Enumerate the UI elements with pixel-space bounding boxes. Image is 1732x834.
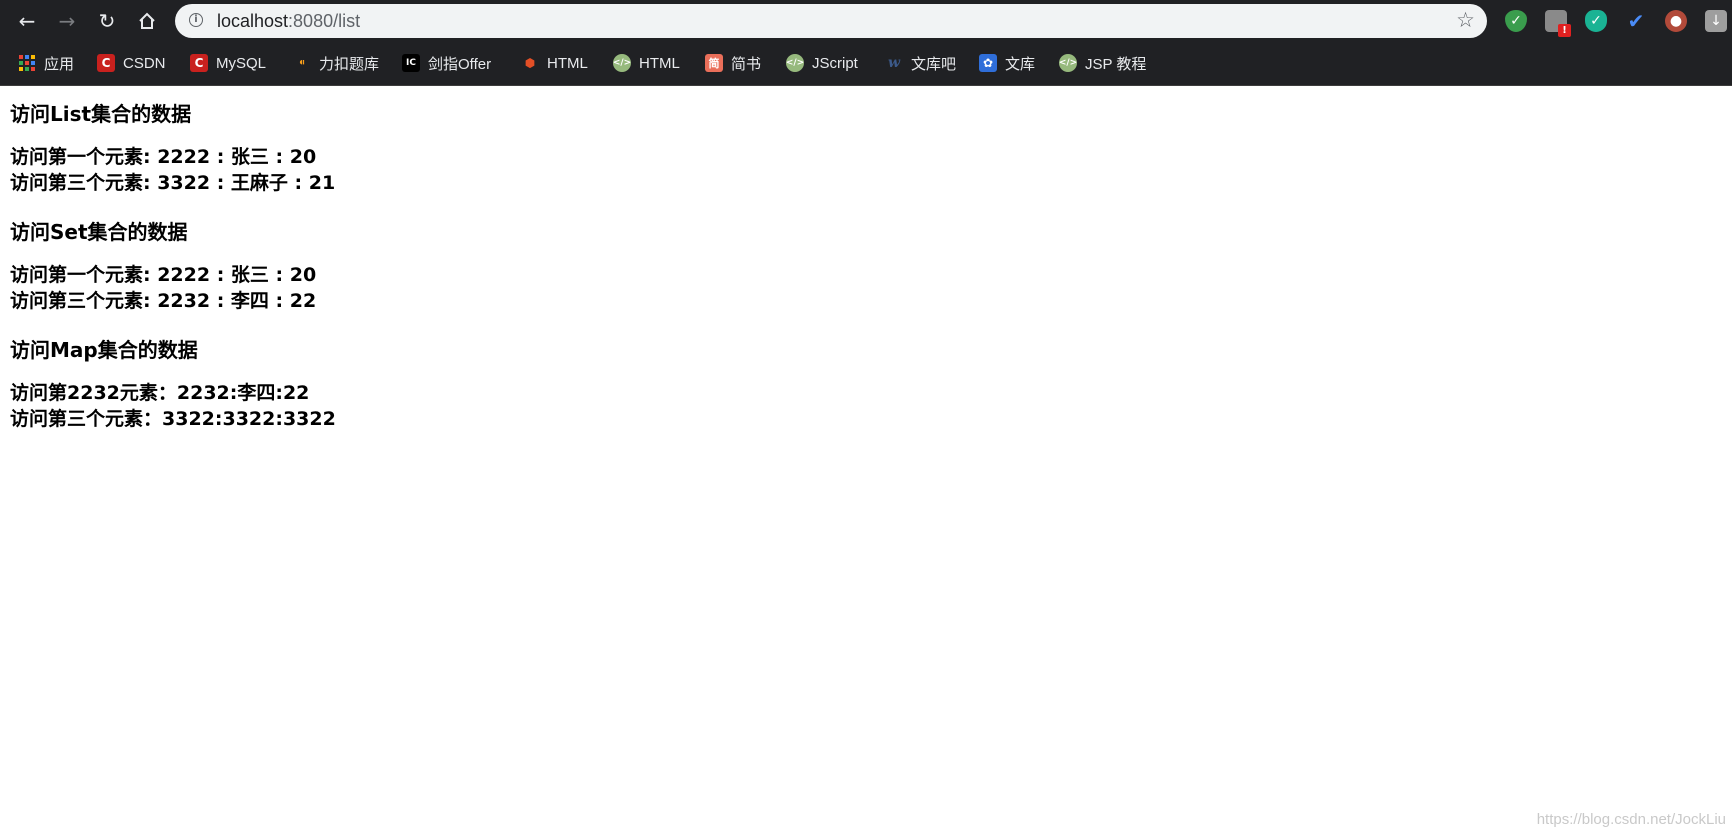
list-row: 访问第三个元素: 3322 : 王麻子 : 21 [10, 172, 336, 194]
reload-icon[interactable]: ↻ [92, 6, 122, 36]
bookmark-jscript[interactable]: </> JScript [786, 52, 858, 74]
home-icon-shape [139, 12, 155, 29]
map-row: 访问第三个元素：3322:3322:3322 [10, 408, 336, 430]
bookmark-html-runoob[interactable]: </> HTML [613, 52, 680, 74]
bookmark-csdn[interactable]: C CSDN [97, 52, 166, 74]
set-section-title: 访问Set集合的数据 [10, 220, 188, 244]
wenkuba-icon: w [887, 55, 901, 71]
shield-check-icon[interactable]: ✓ [1585, 10, 1607, 32]
bookmark-star-icon[interactable]: ☆ [1456, 8, 1475, 32]
home-icon[interactable] [132, 6, 162, 36]
set-row: 访问第一个元素: 2222 : 张三 : 20 [10, 264, 317, 286]
back-arrow-icon[interactable]: ← [12, 6, 42, 36]
bookmark-label: 剑指Offer [428, 55, 492, 73]
offer-icon: IC [402, 54, 420, 72]
html5-icon: ⬢ [524, 56, 536, 70]
list-section-title: 访问List集合的数据 [10, 102, 192, 126]
bookmarks-bar: 应用 C CSDN C MySQL ⁌ 力扣题库 IC 剑指Offer ⬢ HT… [0, 41, 1732, 86]
leetcode-icon: ⁌ [299, 56, 305, 70]
browser-toolbar: ← → ↻ i localhost:8080/list ☆ ✓ ! ✓ ✔ ● … [0, 0, 1732, 41]
bookmark-label: 应用 [44, 55, 75, 73]
map-row: 访问第2232元素：2232:李四:22 [10, 382, 310, 404]
bookmark-offer[interactable]: IC 剑指Offer [402, 52, 491, 74]
bookmark-html[interactable]: ⬢ HTML [521, 52, 588, 74]
set-row: 访问第三个元素: 2232 : 李四 : 22 [10, 290, 317, 312]
bookmark-label: HTML [639, 54, 680, 72]
csdn-icon: C [97, 54, 115, 72]
check-circle-icon[interactable]: ✔ [1625, 9, 1647, 33]
baidu-icon: ✿ [979, 54, 997, 72]
watermark: https://blog.csdn.net/JockLiu [1536, 811, 1726, 828]
list-row: 访问第一个元素: 2222 : 张三 : 20 [10, 146, 317, 168]
bookmark-apps[interactable]: 应用 [18, 52, 74, 74]
download-icon[interactable]: ↓ [1705, 10, 1727, 32]
url-text[interactable]: localhost:8080/list [217, 11, 360, 32]
bookmark-leetcode[interactable]: ⁌ 力扣题库 [293, 52, 379, 74]
bookmark-mysql[interactable]: C MySQL [190, 52, 266, 74]
bookmark-label: 简书 [731, 55, 762, 73]
glasses-face-icon[interactable]: ● [1665, 10, 1687, 32]
bookmark-label: 文库吧 [911, 55, 957, 73]
bookmark-label: MySQL [216, 54, 267, 72]
bookmark-label: JSP 教程 [1085, 55, 1147, 73]
forward-arrow-icon[interactable]: → [52, 6, 82, 36]
bookmark-label: JScript [812, 54, 858, 72]
apps-grid-icon [18, 54, 36, 72]
url-path: :8080/list [288, 11, 361, 31]
bookmark-jianshu[interactable]: 简 简书 [705, 52, 761, 74]
bookmark-wenkuba[interactable]: w 文库吧 [885, 52, 956, 74]
runoob-icon: </> [613, 54, 631, 72]
url-host: localhost [217, 11, 289, 31]
extension-alert-icon[interactable]: ! [1545, 10, 1571, 37]
address-bar[interactable]: i localhost:8080/list ☆ [175, 4, 1487, 38]
runoob-icon: </> [786, 54, 804, 72]
map-section-title: 访问Map集合的数据 [10, 338, 198, 362]
shield-green-icon[interactable]: ✓ [1505, 10, 1527, 32]
jianshu-icon: 简 [705, 54, 723, 72]
csdn-icon: C [190, 54, 208, 72]
bookmark-label: CSDN [123, 54, 166, 72]
bookmark-jsp[interactable]: </> JSP 教程 [1059, 52, 1146, 74]
page-content: 访问List集合的数据 访问第一个元素: 2222 : 张三 : 20 访问第三… [10, 92, 1710, 432]
bookmark-label: 力扣题库 [319, 55, 380, 73]
bookmark-wenku[interactable]: ✿ 文库 [979, 52, 1035, 74]
runoob-icon: </> [1059, 54, 1077, 72]
bookmark-label: 文库 [1005, 55, 1036, 73]
bookmark-label: HTML [547, 54, 588, 72]
alert-badge: ! [1558, 24, 1571, 37]
site-info-icon[interactable]: i [189, 13, 203, 27]
